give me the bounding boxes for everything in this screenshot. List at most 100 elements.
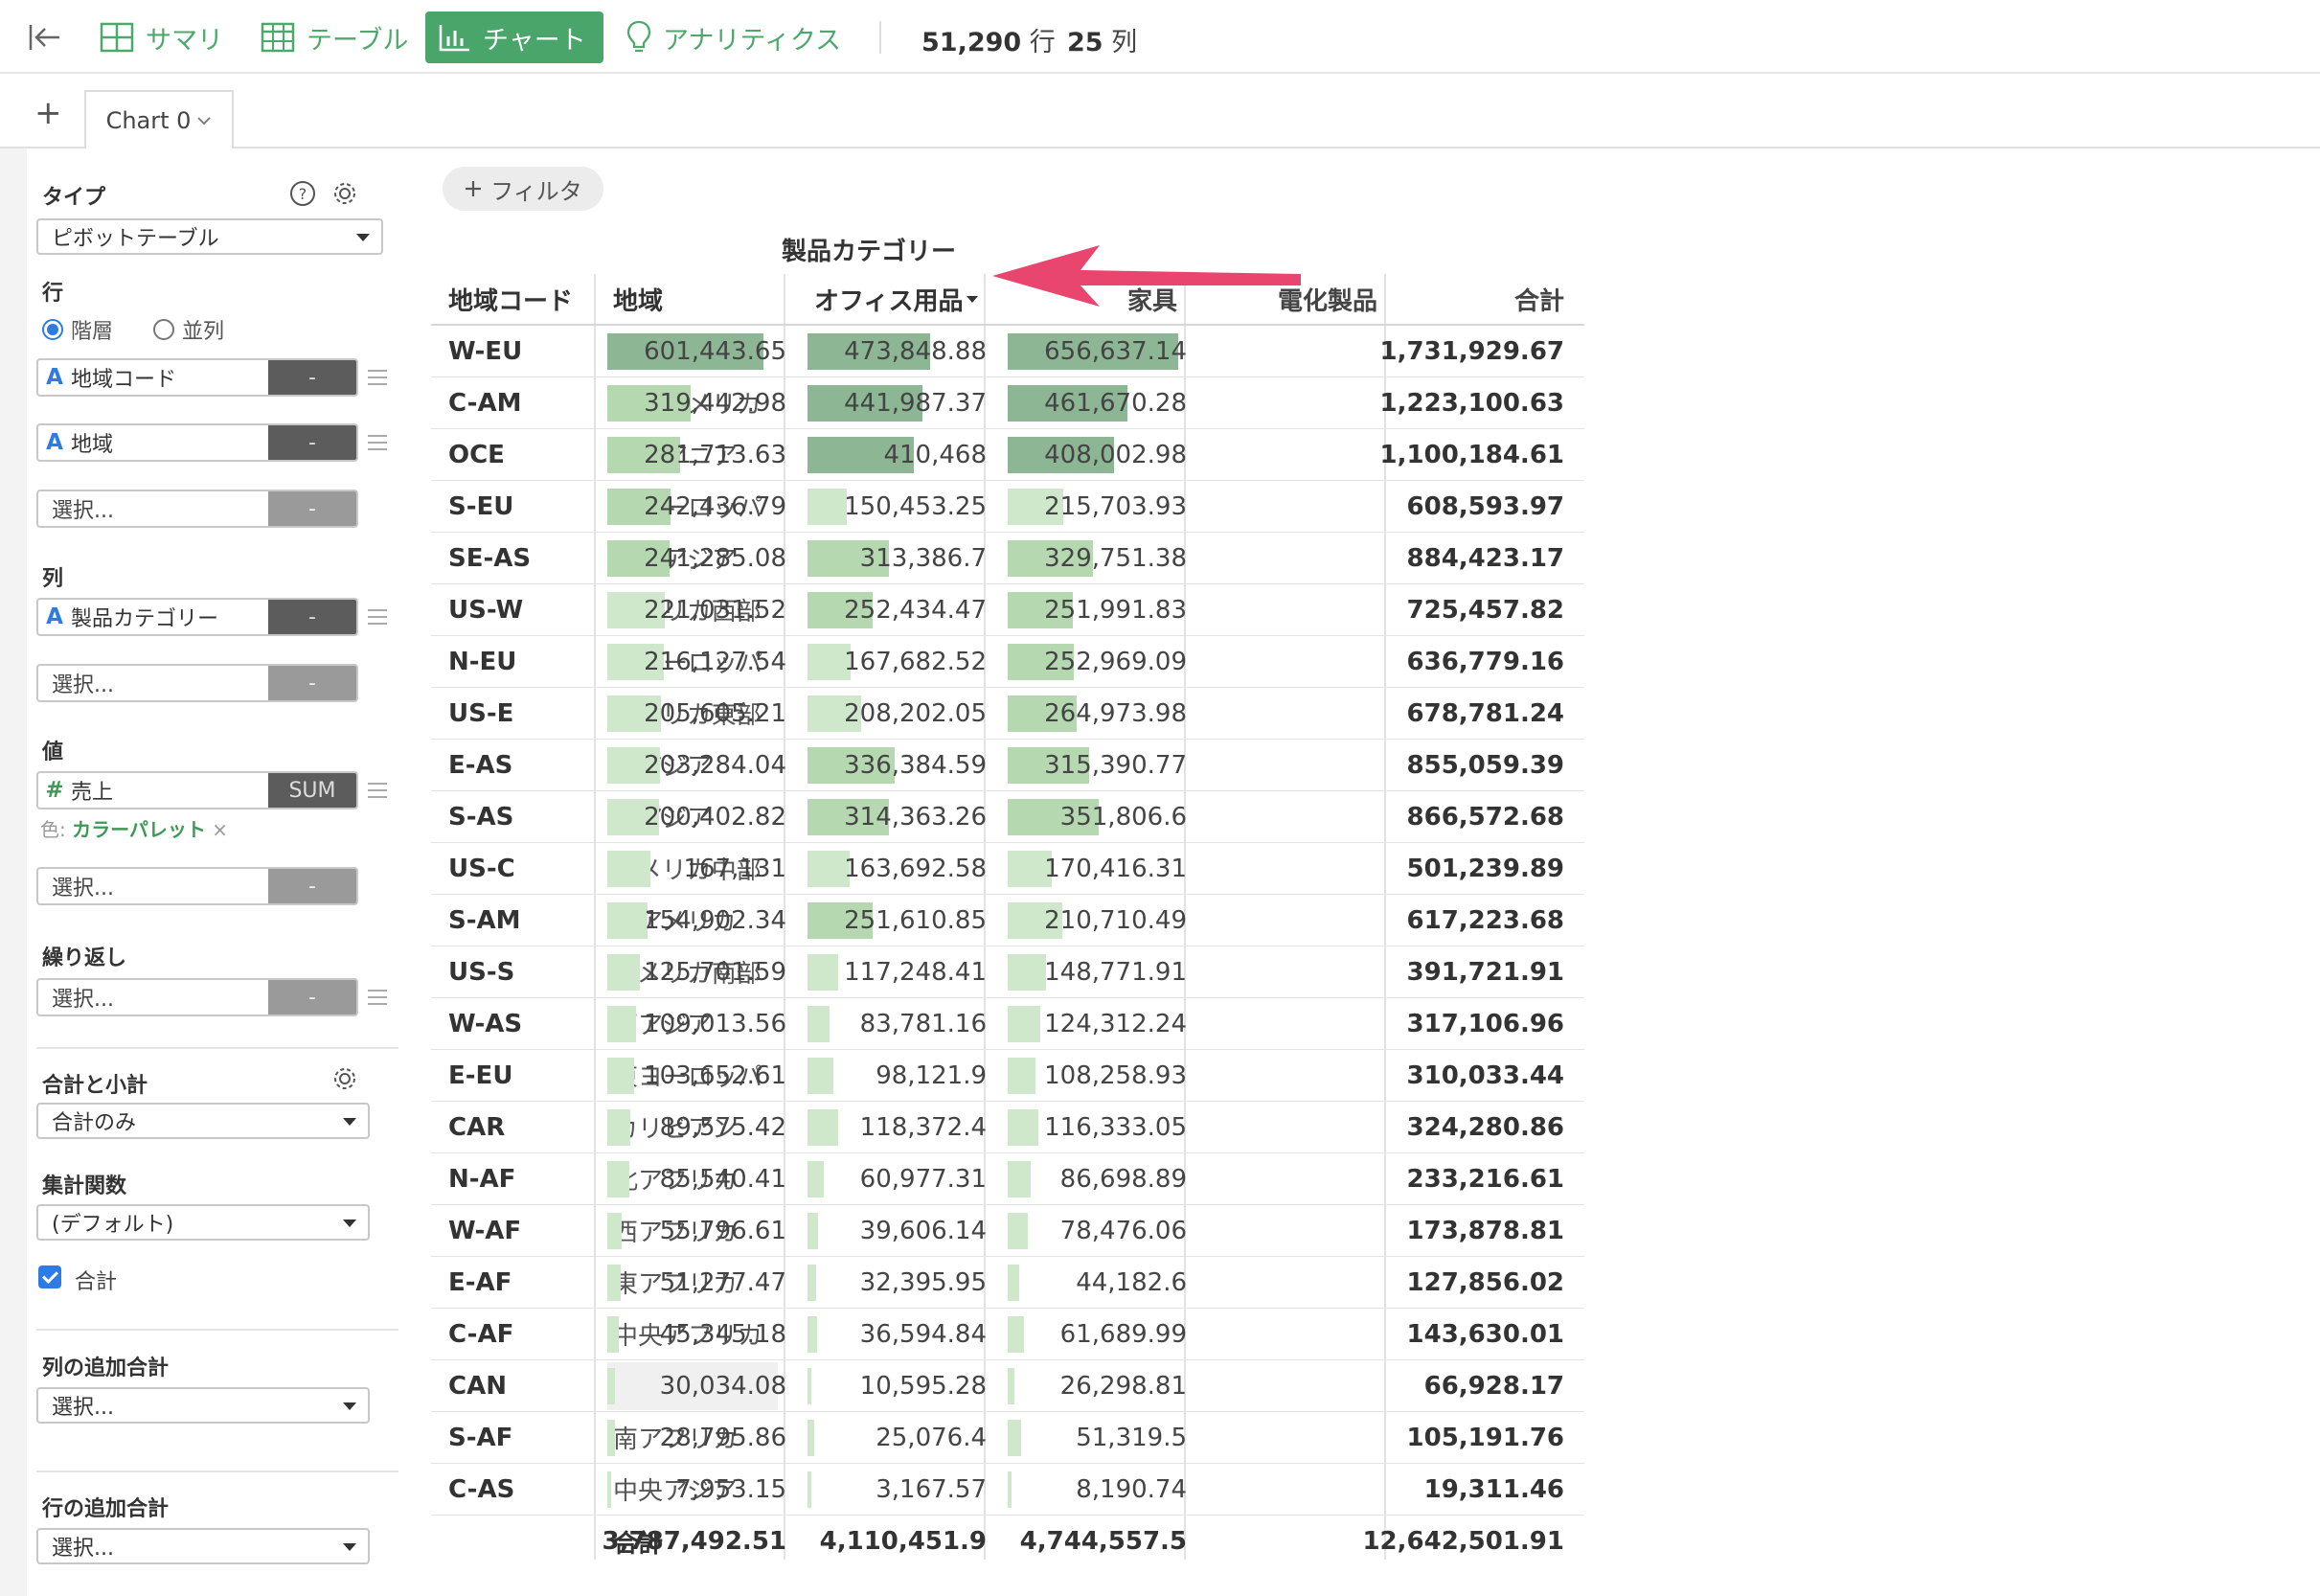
column-extra-total-select[interactable]: 選択... xyxy=(36,1387,370,1424)
value-cell[interactable]: 656,637.14 xyxy=(994,326,1187,376)
value-cell[interactable]: 210,710.49 xyxy=(994,895,1187,946)
tab-summary[interactable]: サマリ xyxy=(86,11,237,63)
value-cell[interactable]: 8,190.74 xyxy=(994,1464,1187,1515)
row-total-cell[interactable]: 725,457.82 xyxy=(1386,584,1564,635)
sort-down-icon[interactable] xyxy=(966,294,979,304)
header-region-code[interactable]: 地域コード xyxy=(448,274,573,324)
region-code-cell[interactable]: W-AF xyxy=(448,1205,521,1256)
row-total-cell[interactable]: 324,280.86 xyxy=(1386,1102,1564,1152)
value-cell[interactable]: 118,372.4 xyxy=(794,1102,987,1152)
value-cell[interactable]: 83,781.16 xyxy=(794,998,987,1049)
value-cell[interactable]: 336,384.59 xyxy=(794,740,987,790)
region-code-cell[interactable]: E-AF xyxy=(448,1257,512,1308)
value-cell[interactable]: 329,751.38 xyxy=(994,533,1187,583)
value-cell[interactable]: 221,031.52 xyxy=(594,584,786,635)
header-total[interactable]: 合計 xyxy=(1386,274,1564,324)
row-total-cell[interactable]: 310,033.44 xyxy=(1386,1050,1564,1101)
region-code-cell[interactable]: C-AF xyxy=(448,1309,513,1359)
field-aggregation[interactable]: - xyxy=(268,360,356,395)
value-cell[interactable]: 154,902.34 xyxy=(594,895,786,946)
value-cell[interactable]: 150,453.25 xyxy=(794,481,987,532)
value-cell[interactable]: 315,390.77 xyxy=(994,740,1187,790)
value-cell[interactable]: 51,277.47 xyxy=(594,1257,786,1308)
row-total-cell[interactable]: 636,779.16 xyxy=(1386,636,1564,687)
region-code-cell[interactable]: US-S xyxy=(448,946,514,997)
radio-parallel[interactable] xyxy=(153,319,175,340)
value-cell[interactable]: 281,713.63 xyxy=(594,429,786,480)
row-total-cell[interactable]: 1,100,184.61 xyxy=(1380,429,1564,480)
region-code-cell[interactable]: S-AF xyxy=(448,1412,512,1463)
drag-handle-icon[interactable] xyxy=(368,370,387,385)
totals-select[interactable]: 合計のみ xyxy=(36,1103,370,1139)
value-cell[interactable]: 44,182.6 xyxy=(994,1257,1187,1308)
value-cell[interactable]: 117,248.41 xyxy=(794,946,987,997)
row-field-region[interactable]: A 地域 - xyxy=(36,423,358,462)
value-cell[interactable]: 408,002.98 xyxy=(994,429,1187,480)
value-cell[interactable]: 461,670.28 xyxy=(994,377,1187,428)
value-cell[interactable]: 85,540.41 xyxy=(594,1153,786,1204)
field-aggregation[interactable]: SUM xyxy=(268,773,356,808)
column-total-cell[interactable]: 4,744,557.5 xyxy=(994,1516,1187,1567)
row-total-cell[interactable]: 617,223.68 xyxy=(1386,895,1564,946)
region-code-cell[interactable]: CAR xyxy=(448,1102,505,1152)
row-total-cell[interactable]: 608,593.97 xyxy=(1386,481,1564,532)
value-cell[interactable]: 264,973.98 xyxy=(994,688,1187,739)
value-cell[interactable]: 313,386.7 xyxy=(794,533,987,583)
row-total-cell[interactable]: 1,223,100.63 xyxy=(1380,377,1564,428)
value-field-select[interactable]: 選択... - xyxy=(36,867,358,905)
region-code-cell[interactable]: US-E xyxy=(448,688,513,739)
value-cell[interactable]: 86,698.89 xyxy=(994,1153,1187,1204)
row-total-cell[interactable]: 143,630.01 xyxy=(1386,1309,1564,1359)
column-total-cell[interactable]: 3,787,492.51 xyxy=(594,1516,786,1567)
value-cell[interactable]: 601,443.65 xyxy=(594,326,786,376)
region-code-cell[interactable]: C-AM xyxy=(448,377,521,428)
row-total-cell[interactable]: 19,311.46 xyxy=(1386,1464,1564,1515)
drag-handle-icon[interactable] xyxy=(368,609,387,625)
tab-chart[interactable]: チャート xyxy=(425,11,603,63)
region-code-cell[interactable]: E-EU xyxy=(448,1050,512,1101)
value-cell[interactable]: 109,013.56 xyxy=(594,998,786,1049)
value-cell[interactable]: 167,682.52 xyxy=(794,636,987,687)
value-cell[interactable]: 78,476.06 xyxy=(994,1205,1187,1256)
grand-total-cell[interactable]: 12,642,501.91 xyxy=(1362,1516,1564,1567)
region-code-cell[interactable]: SE-AS xyxy=(448,533,531,583)
repeat-field-select[interactable]: 選択... - xyxy=(36,978,358,1016)
region-code-cell[interactable]: W-EU xyxy=(448,326,522,376)
region-code-cell[interactable]: N-AF xyxy=(448,1153,515,1204)
header-region[interactable]: 地域 xyxy=(613,274,663,324)
field-aggregation[interactable]: - xyxy=(268,600,356,634)
value-cell[interactable]: 116,333.05 xyxy=(994,1102,1187,1152)
value-cell[interactable]: 39,606.14 xyxy=(794,1205,987,1256)
value-cell[interactable]: 314,363.26 xyxy=(794,791,987,842)
row-total-cell[interactable]: 317,106.96 xyxy=(1386,998,1564,1049)
row-total-cell[interactable]: 678,781.24 xyxy=(1386,688,1564,739)
value-cell[interactable]: 108,258.93 xyxy=(994,1050,1187,1101)
value-cell[interactable]: 36,594.84 xyxy=(794,1309,987,1359)
value-cell[interactable]: 32,395.95 xyxy=(794,1257,987,1308)
value-cell[interactable]: 252,969.09 xyxy=(994,636,1187,687)
value-cell[interactable]: 148,771.91 xyxy=(994,946,1187,997)
value-cell[interactable]: 89,575.42 xyxy=(594,1102,786,1152)
row-total-cell[interactable]: 1,731,929.67 xyxy=(1380,326,1564,376)
row-total-cell[interactable]: 105,191.76 xyxy=(1386,1412,1564,1463)
value-cell[interactable]: 242,436.79 xyxy=(594,481,786,532)
value-cell[interactable]: 28,795.86 xyxy=(594,1412,786,1463)
tab-analytics[interactable]: アナリティクス xyxy=(613,11,854,63)
value-cell[interactable]: 30,034.08 xyxy=(594,1360,786,1411)
region-code-cell[interactable]: W-AS xyxy=(448,998,522,1049)
value-cell[interactable]: 216,127.54 xyxy=(594,636,786,687)
drag-handle-icon[interactable] xyxy=(368,783,387,798)
row-total-cell[interactable]: 391,721.91 xyxy=(1386,946,1564,997)
radio-hierarchy[interactable] xyxy=(42,319,63,340)
region-code-cell[interactable]: N-EU xyxy=(448,636,516,687)
drag-handle-icon[interactable] xyxy=(368,990,387,1005)
row-total-cell[interactable]: 233,216.61 xyxy=(1386,1153,1564,1204)
value-cell[interactable]: 241,285.08 xyxy=(594,533,786,583)
row-extra-total-select[interactable]: 選択... xyxy=(36,1528,370,1564)
remove-color-icon[interactable]: × xyxy=(212,818,228,841)
row-total-cell[interactable]: 127,856.02 xyxy=(1386,1257,1564,1308)
value-cell[interactable]: 473,848.88 xyxy=(794,326,987,376)
collapse-left-icon[interactable] xyxy=(25,17,65,57)
row-field-select[interactable]: 選択... - xyxy=(36,490,358,528)
gear-icon[interactable] xyxy=(331,180,358,207)
